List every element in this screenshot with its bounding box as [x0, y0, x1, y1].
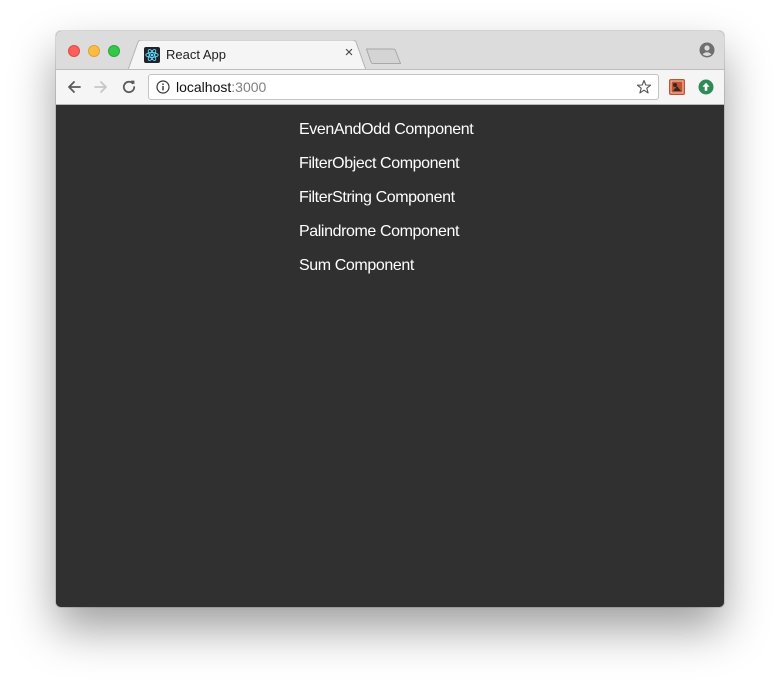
url-host: localhost	[176, 79, 232, 95]
bookmark-star-icon[interactable]	[636, 79, 652, 95]
upload-circle-icon[interactable]	[698, 79, 714, 95]
component-link-filterstring[interactable]: FilterString Component	[299, 187, 473, 221]
component-list: EvenAndOdd Component FilterObject Compon…	[299, 119, 474, 289]
info-icon[interactable]	[156, 80, 170, 94]
minimize-window-button[interactable]	[88, 45, 100, 57]
reload-icon[interactable]	[120, 78, 138, 96]
component-link-palindrome[interactable]: Palindrome Component	[299, 221, 473, 255]
react-logo-icon	[144, 47, 160, 63]
close-tab-icon[interactable]: ×	[342, 45, 356, 60]
page-content: EvenAndOdd Component FilterObject Compon…	[56, 105, 724, 607]
extension-icon[interactable]	[669, 79, 685, 95]
browser-toolbar: localhost:3000	[56, 69, 724, 105]
new-tab-button[interactable]	[366, 48, 402, 65]
forward-arrow-icon[interactable]	[92, 78, 110, 96]
url-port: :3000	[231, 79, 267, 95]
close-window-button[interactable]	[68, 45, 80, 57]
component-link-filterobject[interactable]: FilterObject Component	[299, 153, 473, 187]
url-text[interactable]: localhost:3000	[176, 79, 266, 95]
tab-title: React App	[166, 47, 226, 62]
address-bar[interactable]: localhost:3000	[148, 74, 659, 100]
browser-window: React App × localhost:3000 EvenAndOdd Co…	[56, 31, 724, 607]
back-arrow-icon[interactable]	[65, 78, 83, 96]
title-bar: React App ×	[56, 31, 724, 70]
tab-react-app[interactable]: React App ×	[128, 40, 366, 70]
tab-shape	[128, 40, 366, 70]
component-link-sum[interactable]: Sum Component	[299, 255, 473, 289]
account-circle-icon[interactable]	[699, 42, 715, 58]
component-link-evenandodd[interactable]: EvenAndOdd Component	[299, 119, 474, 153]
maximize-window-button[interactable]	[108, 45, 120, 57]
